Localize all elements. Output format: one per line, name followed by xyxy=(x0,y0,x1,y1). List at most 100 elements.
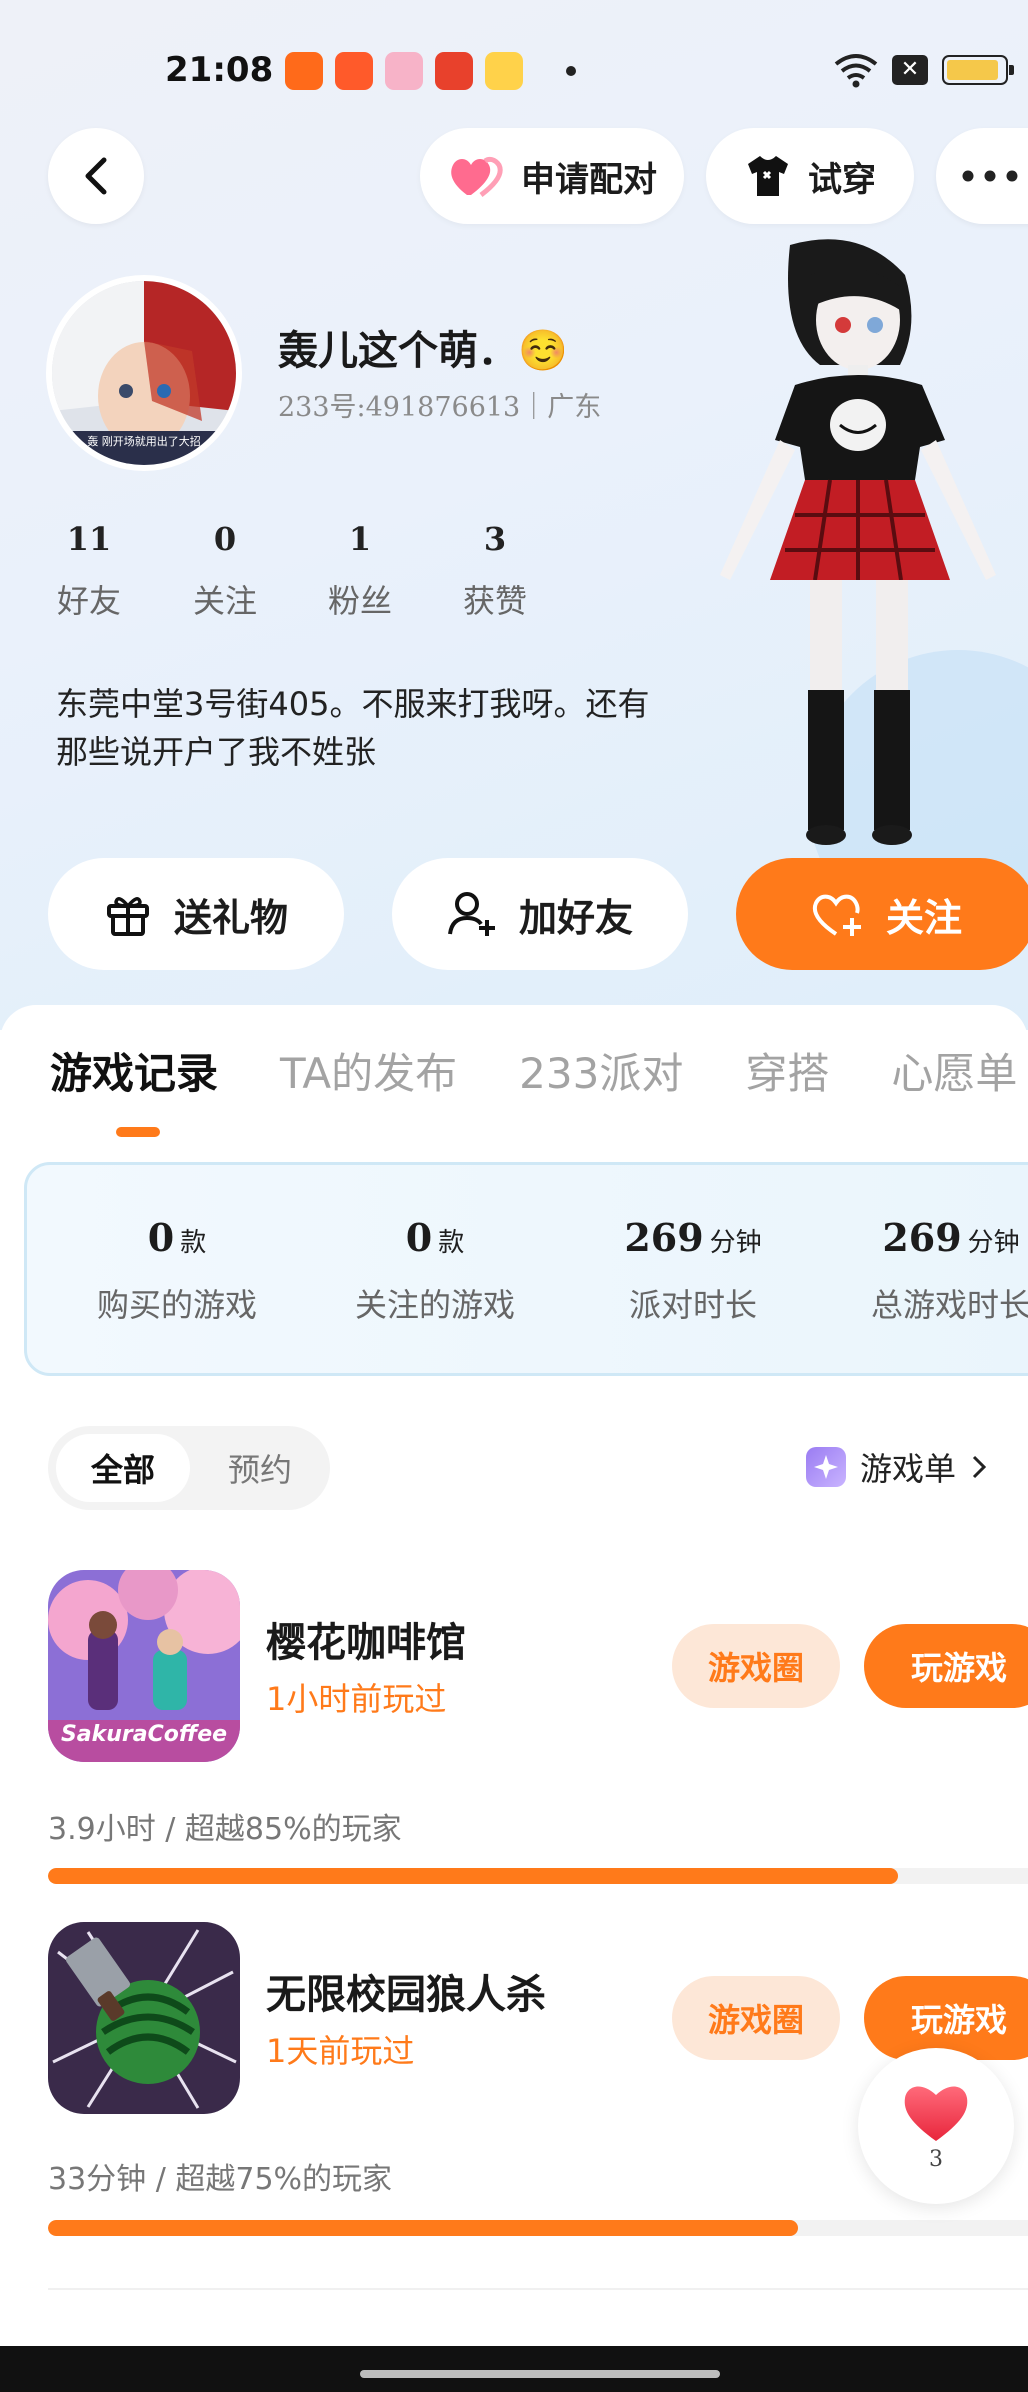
tab-outfits[interactable]: 穿搭 xyxy=(745,1040,829,1101)
tab-wishlist[interactable]: 心愿单 xyxy=(891,1040,1017,1101)
game-list-icon xyxy=(806,1447,846,1487)
summary-purchased-games[interactable]: 0款 购买的游戏 xyxy=(67,1215,287,1326)
tshirt-icon xyxy=(748,156,788,196)
stat-label: 获赞 xyxy=(462,582,527,620)
apply-pair-button[interactable]: 申请配对 xyxy=(420,128,684,224)
game-icon-werewolf[interactable] xyxy=(48,1922,240,2114)
profile-name: 轰儿这个萌．☺️ xyxy=(278,328,568,374)
notification-icons xyxy=(285,52,523,90)
add-friend-label: 加好友 xyxy=(518,895,633,940)
game-last-played: 1天前玩过 xyxy=(266,2032,415,2070)
summary-party-time[interactable]: 269 分钟 派对时长 xyxy=(583,1215,803,1326)
try-on-label: 试穿 xyxy=(808,159,876,200)
summary-followed-games[interactable]: 0款 关注的游戏 xyxy=(325,1215,545,1326)
game-list-label: 游戏单 xyxy=(860,1450,957,1488)
stat-label: 关注 xyxy=(192,582,257,620)
stat-likes[interactable]: 3 获赞 xyxy=(440,520,550,622)
try-on-button[interactable]: 试穿 xyxy=(706,128,914,224)
profile-uid: 233号:491876613｜广东 xyxy=(278,392,602,423)
send-gift-button[interactable]: 送礼物 xyxy=(48,858,344,970)
chevron-left-icon xyxy=(85,157,107,195)
app-notification-icon xyxy=(385,52,423,90)
summary-total-play-time[interactable]: 269 分钟 总游戏时长 xyxy=(841,1215,1028,1326)
filter-all[interactable]: 全部 xyxy=(56,1434,190,1502)
stat-value: 0 xyxy=(213,520,237,558)
summary-label: 总游戏时长 xyxy=(870,1286,1028,1324)
summary-unit: 分钟 xyxy=(967,1228,1020,1258)
gift-icon xyxy=(106,897,149,936)
game-playtime-stat: 3.9小时 / 超越85%的玩家 xyxy=(48,1812,402,1847)
tab-233-party[interactable]: 233派对 xyxy=(519,1040,683,1101)
profile-tabs: 游戏记录 TA的发布 233派对 穿搭 心愿单 xyxy=(50,1040,1017,1101)
apply-pair-label: 申请配对 xyxy=(521,159,657,200)
more-dots-icon xyxy=(962,170,1018,182)
stat-value: 3 xyxy=(483,520,507,558)
summary-label: 关注的游戏 xyxy=(354,1286,515,1324)
game-icon-sakura-coffee[interactable]: SakuraCoffee xyxy=(48,1570,240,1762)
stat-friends[interactable]: 11 好友 xyxy=(34,520,144,622)
follow-label: 关注 xyxy=(885,895,962,940)
avatar-character xyxy=(720,239,996,845)
stat-label: 粉丝 xyxy=(327,582,392,620)
more-button[interactable] xyxy=(936,128,1028,224)
play-game-button[interactable]: 玩游戏 xyxy=(864,1624,1028,1708)
summary-value: 269 xyxy=(882,1215,962,1260)
game-progress-bar xyxy=(48,1868,1028,1884)
game-circle-button[interactable]: 游戏圈 xyxy=(672,1976,840,2060)
game-last-played: 1小时前玩过 xyxy=(266,1680,447,1718)
summary-value: 0 xyxy=(147,1215,175,1260)
system-icons: ✕ xyxy=(834,52,1014,88)
like-count: 3 xyxy=(929,2146,943,2172)
bio-line: 那些说开户了我不姓张 xyxy=(56,733,377,771)
app-notification-icon xyxy=(335,52,373,90)
summary-value: 0 xyxy=(405,1215,433,1260)
summary-unit: 分钟 xyxy=(709,1228,762,1258)
bio-line: 东莞中堂3号街405。不服来打我呀。还有 xyxy=(56,685,650,723)
game-progress-fill xyxy=(48,1868,898,1884)
game-title[interactable]: 无限校园狼人杀 xyxy=(266,1962,546,2020)
more-notifications-dot xyxy=(566,66,576,76)
filter-reserve[interactable]: 预约 xyxy=(198,1434,322,1502)
chevron-right-icon xyxy=(972,1455,987,1479)
battery-icon xyxy=(942,55,1014,85)
game-title[interactable]: 樱花咖啡馆 xyxy=(266,1610,466,1668)
follow-button[interactable]: 关注 xyxy=(736,858,1028,970)
heart-pair-icon xyxy=(451,156,503,197)
sim-off-icon: ✕ xyxy=(892,55,928,85)
summary-label: 购买的游戏 xyxy=(96,1286,257,1324)
summary-value: 269 xyxy=(624,1215,704,1260)
game-playtime-stat: 33分钟 / 超越75%的玩家 xyxy=(48,2162,393,2197)
list-divider xyxy=(48,2288,1028,2290)
stat-value: 11 xyxy=(66,520,112,558)
stat-following[interactable]: 0 关注 xyxy=(170,520,280,622)
stat-fans[interactable]: 1 粉丝 xyxy=(305,520,415,622)
weibo-icon xyxy=(485,52,523,90)
heart-icon xyxy=(904,2086,968,2141)
tab-posts[interactable]: TA的发布 xyxy=(280,1040,457,1101)
stat-value: 1 xyxy=(348,520,372,558)
game-circle-button[interactable]: 游戏圈 xyxy=(672,1624,840,1708)
play-game-button[interactable]: 玩游戏 xyxy=(864,1976,1028,2060)
floating-like-button[interactable]: 3 xyxy=(858,2048,1014,2204)
home-indicator[interactable] xyxy=(360,2370,720,2378)
avatar-caption: 轰 刚开场就用出了大招 xyxy=(87,435,201,448)
game-list-link[interactable]: 游戏单 xyxy=(806,1444,988,1490)
profile-bio: 东莞中堂3号街405。不服来打我呀。还有 那些说开户了我不姓张 xyxy=(56,680,716,776)
active-tab-indicator xyxy=(116,1127,160,1137)
summary-label: 派对时长 xyxy=(628,1286,757,1324)
game-summary-card: 0款 购买的游戏 0款 关注的游戏 269 分钟 派对时长 269 分钟 总游戏时长 xyxy=(24,1162,1028,1376)
app-notification-icon xyxy=(285,52,323,90)
heart-plus-icon xyxy=(812,894,861,936)
send-gift-label: 送礼物 xyxy=(173,895,288,940)
avatar[interactable]: 轰 刚开场就用出了大招 xyxy=(46,275,242,471)
game-filter-segmented: 全部 预约 xyxy=(48,1426,330,1510)
system-navigation-bar xyxy=(0,2346,1028,2392)
wifi-icon xyxy=(834,54,878,88)
game-icon-text: SakuraCoffee xyxy=(60,1722,228,1747)
tab-game-records[interactable]: 游戏记录 xyxy=(50,1040,218,1101)
back-button[interactable] xyxy=(48,128,144,224)
status-bar: 21:08 ✕ xyxy=(0,40,1028,104)
stat-label: 好友 xyxy=(56,582,121,620)
add-friend-button[interactable]: 加好友 xyxy=(392,858,688,970)
game-progress-fill xyxy=(48,2220,798,2236)
